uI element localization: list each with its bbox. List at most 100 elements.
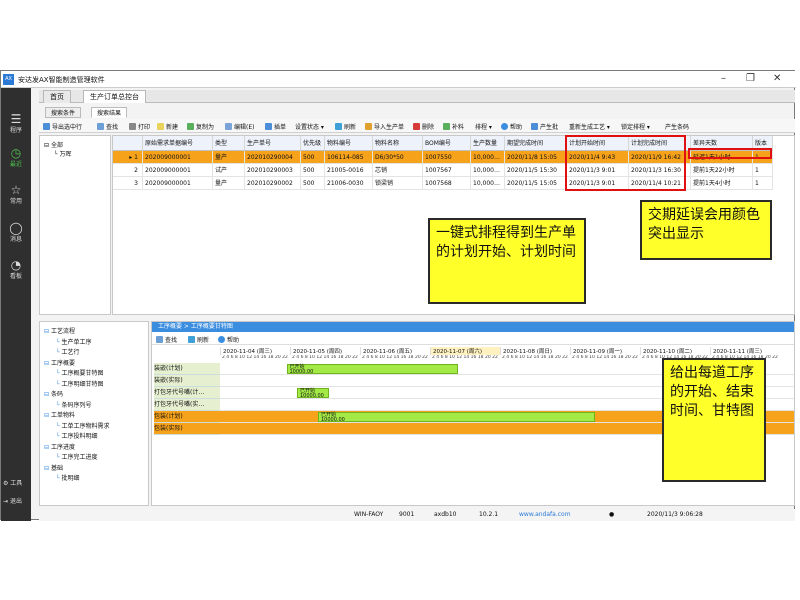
tree-node-group[interactable]: ⊟ 工单物料 bbox=[44, 410, 75, 419]
table-cell: 1007568 bbox=[423, 177, 471, 190]
copy-as-button[interactable]: 复制为 bbox=[187, 122, 214, 131]
status-user-icon: ● bbox=[609, 511, 615, 518]
print-button[interactable]: 打印 bbox=[129, 122, 150, 131]
delay-cell-highlight bbox=[688, 148, 772, 159]
gantt-bar[interactable]: 已开始 10000.00 bbox=[286, 364, 458, 375]
regenerate-process-button[interactable]: 重新生成工艺 ▾ bbox=[569, 122, 610, 131]
gantt-row-label[interactable]: 装嵌(实际) bbox=[154, 375, 220, 387]
close-icon[interactable]: ✕ bbox=[773, 73, 781, 84]
table-cell: 21006-0030 bbox=[325, 177, 373, 190]
toolbar-label: 编辑(E) bbox=[234, 124, 255, 131]
column-header[interactable]: 原始需求单据编号 bbox=[143, 136, 213, 151]
column-header[interactable]: 物料名称 bbox=[373, 136, 423, 151]
title-bar: AX 安达发AX智能制造管理软件 – ❐ ✕ bbox=[1, 71, 796, 88]
generate-batch-button[interactable]: 产生批 bbox=[531, 122, 558, 131]
replenish-button[interactable]: 补料 bbox=[443, 122, 464, 131]
gantt-date-header: 2020-11-11 (周三) bbox=[710, 347, 780, 355]
edit-button[interactable]: 编辑(E) bbox=[225, 122, 254, 131]
tree-label: 条码序列号 bbox=[61, 401, 92, 409]
gantt-refresh-button[interactable]: 刷新 bbox=[188, 335, 209, 344]
nav-label: 程序 bbox=[9, 127, 22, 134]
tree-node-item[interactable]: └ 工单工序物料需求 bbox=[56, 421, 110, 430]
table-cell: 2020/11/5 15:30 bbox=[505, 164, 567, 177]
insert-order-button[interactable]: 插单 bbox=[265, 122, 286, 131]
table-cell: 1007567 bbox=[423, 164, 471, 177]
nav-item-messages[interactable]: ◯ 消息 bbox=[1, 221, 31, 253]
gantt-hour-ticks: 2 4 6 8 10 12 14 16 18 20 22 bbox=[432, 355, 498, 360]
column-header[interactable]: 类型 bbox=[213, 136, 245, 151]
tree-node-all[interactable]: ⊟ 全部 bbox=[44, 140, 63, 149]
help-button[interactable]: 帮助 bbox=[501, 122, 522, 131]
new-icon bbox=[157, 123, 164, 130]
print-icon bbox=[129, 123, 136, 130]
tree-node-group[interactable]: ⊟ 工序概要 bbox=[44, 358, 75, 367]
tree-node-group[interactable]: ⊟ 工序进度 bbox=[44, 442, 75, 451]
column-header[interactable]: BOM编号 bbox=[423, 136, 471, 151]
logout-button[interactable]: ⇥ 退出 bbox=[3, 496, 31, 508]
gantt-row-label[interactable]: 打包牙代号嘴(计… bbox=[154, 387, 220, 399]
tree-node-group[interactable]: ⊟ 工艺流程 bbox=[44, 326, 75, 335]
gantt-row-label[interactable]: 包装(实际) bbox=[154, 423, 220, 435]
status-site: www.andafa.com bbox=[519, 511, 571, 518]
toolbar-label: 帮助 bbox=[227, 337, 240, 344]
nav-item-dashboard[interactable]: ◔ 看板 bbox=[1, 258, 31, 290]
toolbar-label: 刷新 bbox=[344, 124, 357, 131]
find-button[interactable]: 查找 bbox=[97, 122, 118, 131]
tree-node-item[interactable]: └ 工序完工进度 bbox=[56, 452, 98, 461]
gantt-help-button[interactable]: 帮助 bbox=[218, 335, 239, 344]
column-header[interactable]: 优先级 bbox=[301, 136, 325, 151]
column-header[interactable]: 生产数量 bbox=[471, 136, 505, 151]
table-row[interactable]: 3 202009000001 量产 202010290002 500 21006-0030… bbox=[113, 177, 794, 190]
tree-node-group[interactable]: ⊟ 条码 bbox=[44, 389, 63, 398]
tools-button[interactable]: ⚙ 工具 bbox=[3, 478, 31, 490]
table-cell: 21005-0016 bbox=[325, 164, 373, 177]
gantt-bar[interactable]: 已开始 10000.00 bbox=[318, 412, 595, 423]
nav-item-program[interactable]: ☰ 程序 bbox=[1, 112, 31, 144]
new-button[interactable]: 新建 bbox=[157, 122, 178, 131]
nav-item-favorites[interactable]: ☆ 常用 bbox=[1, 183, 31, 215]
delete-button[interactable]: 删除 bbox=[413, 122, 434, 131]
lock-schedule-button[interactable]: 锁定排程 ▾ bbox=[621, 122, 650, 131]
tree-node-item[interactable]: └ 工序概要甘特图 bbox=[56, 368, 104, 377]
gantt-row-label[interactable]: 装嵌(计划) bbox=[154, 363, 220, 375]
table-cell: 106114-085 bbox=[325, 151, 373, 164]
gantt-row-label[interactable]: 包装(计划) bbox=[154, 411, 220, 423]
table-cell: 202010290004 bbox=[245, 151, 301, 164]
tree-node-wanhui[interactable]: └ 万晖 bbox=[54, 149, 72, 158]
gantt-find-button[interactable]: 查找 bbox=[156, 335, 177, 344]
table-cell: 500 bbox=[301, 151, 325, 164]
set-status-button[interactable]: 设置状态 ▾ bbox=[295, 122, 324, 131]
import-order-button[interactable]: 导入生产单 bbox=[365, 122, 404, 131]
nav-item-recent[interactable]: ◷ 最近 bbox=[1, 146, 31, 178]
column-header[interactable]: 期望完成时间 bbox=[505, 136, 567, 151]
generate-barcode-button[interactable]: 产生条码 bbox=[665, 122, 689, 131]
gantt-date-header: 2020-11-10 (周二) bbox=[640, 347, 710, 355]
gantt-bar[interactable]: 已开始 10000.00 bbox=[297, 388, 329, 399]
gantt-hour-ticks: 2 4 6 8 10 12 14 16 18 20 22 bbox=[222, 355, 288, 360]
tab-home[interactable]: 首页 bbox=[43, 90, 71, 103]
tab-search-results[interactable]: 搜索结果 bbox=[91, 107, 128, 118]
tab-production-console[interactable]: 生产订单总控台 bbox=[83, 90, 146, 103]
tree-node-item[interactable]: └ 工艺行 bbox=[56, 347, 80, 356]
sub-tab-bar: 搜索条件 搜索结果 bbox=[39, 107, 795, 118]
column-header[interactable]: 生产单号 bbox=[245, 136, 301, 151]
tree-label: 工序进度 bbox=[50, 443, 75, 451]
gantt-row-label[interactable]: 打包牙代号嘴(实… bbox=[154, 399, 220, 411]
table-cell: 202010290003 bbox=[245, 164, 301, 177]
maximize-icon[interactable]: ❐ bbox=[746, 73, 755, 84]
tree-node-item[interactable]: └ 批明细 bbox=[56, 473, 80, 482]
column-header[interactable]: 物料编号 bbox=[325, 136, 373, 151]
export-selected-button[interactable]: 导出选中行 bbox=[43, 122, 82, 131]
table-cell: 500 bbox=[301, 164, 325, 177]
tree-node-item[interactable]: └ 工序投料明细 bbox=[56, 431, 98, 440]
schedule-button[interactable]: 排程 ▾ bbox=[475, 122, 492, 131]
tree-node-item[interactable]: └ 条码序列号 bbox=[56, 400, 92, 409]
gantt-breadcrumb: 工序概要 > 工序概要甘特图 bbox=[152, 322, 794, 332]
tree-node-group[interactable]: ⊟ 基础 bbox=[44, 463, 63, 472]
refresh-button[interactable]: 刷新 bbox=[335, 122, 356, 131]
tree-node-item[interactable]: └ 工序明细甘特图 bbox=[56, 379, 104, 388]
tree-node-item[interactable]: └ 生产单工序 bbox=[56, 337, 92, 346]
minimize-icon[interactable]: – bbox=[721, 73, 726, 84]
table-row[interactable]: 2 202009000001 试产 202010290003 500 21005-0016… bbox=[113, 164, 794, 177]
tab-search-conditions[interactable]: 搜索条件 bbox=[45, 107, 82, 118]
